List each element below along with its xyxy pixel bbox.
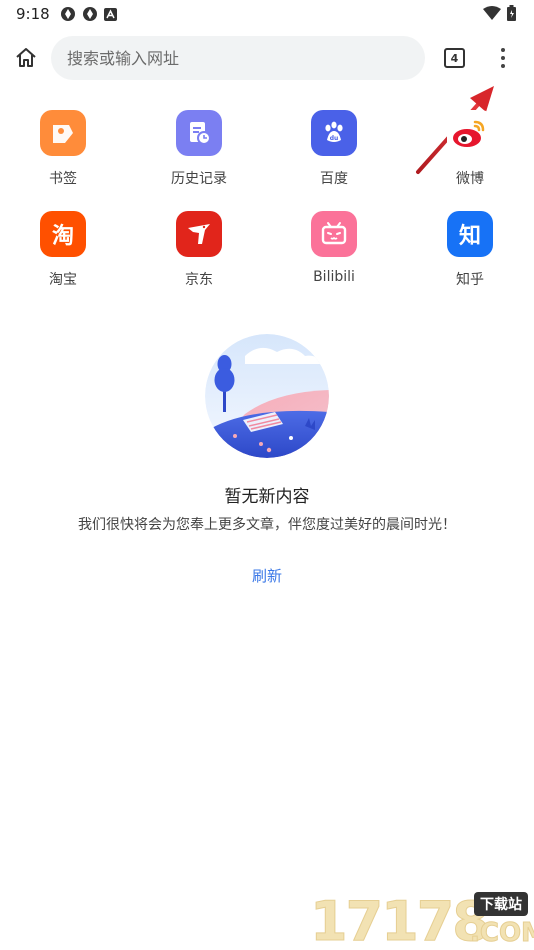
text-a-icon bbox=[104, 7, 117, 21]
empty-state-illustration bbox=[205, 334, 329, 458]
shortcut-bookmark[interactable]: 书签 bbox=[13, 110, 113, 188]
shortcut-label: 百度 bbox=[320, 171, 348, 187]
bilibili-tv-icon bbox=[311, 211, 357, 257]
shortcut-label: Bilibili bbox=[313, 269, 355, 285]
shortcut-weibo[interactable]: 微博 bbox=[420, 110, 520, 188]
search-box[interactable] bbox=[51, 36, 425, 80]
shortcut-label: 书签 bbox=[49, 171, 77, 187]
shortcut-label: 知乎 bbox=[456, 272, 484, 288]
shortcut-history[interactable]: 历史记录 bbox=[149, 110, 249, 188]
battery-charging-icon bbox=[507, 5, 516, 21]
empty-state-description: 我们很快将会为您奉上更多文章，伴您度过美好的晨间时光！ bbox=[78, 517, 456, 533]
status-bar: 9:18 bbox=[0, 0, 534, 28]
shortcut-label: 京东 bbox=[185, 272, 213, 288]
jd-dog-icon bbox=[176, 211, 222, 257]
watermark-suffix: .COM bbox=[470, 918, 534, 949]
home-icon bbox=[16, 48, 36, 67]
shortcut-label: 淘宝 bbox=[49, 272, 77, 288]
zhihu-icon: 知 bbox=[447, 211, 493, 257]
tab-switcher-button[interactable]: 4 bbox=[444, 48, 465, 68]
status-icons-left bbox=[60, 6, 117, 22]
empty-state-title: 暂无新内容 bbox=[224, 487, 310, 507]
shortcut-taobao[interactable]: 淘 淘宝 bbox=[13, 211, 113, 289]
settings-sync-icon bbox=[83, 7, 97, 21]
shortcut-bilibili[interactable]: Bilibili bbox=[284, 211, 384, 285]
more-menu-button[interactable] bbox=[492, 44, 514, 72]
search-input[interactable] bbox=[67, 36, 407, 80]
shortcut-baidu[interactable]: du 百度 bbox=[284, 110, 384, 188]
zhihu-glyph: 知 bbox=[458, 224, 481, 249]
status-icons-right bbox=[483, 5, 516, 21]
shortcut-jd[interactable]: 京东 bbox=[149, 211, 249, 289]
bookmark-icon bbox=[40, 110, 86, 156]
refresh-button[interactable]: 刷新 bbox=[0, 565, 534, 586]
shortcut-label: 微博 bbox=[456, 171, 484, 187]
home-button[interactable] bbox=[12, 44, 40, 72]
svg-text:du: du bbox=[330, 135, 339, 142]
history-icon bbox=[176, 110, 222, 156]
browser-toolbar: 4 bbox=[0, 34, 534, 82]
watermark-logo: 17178 下载站 .COM bbox=[310, 888, 534, 950]
shortcut-zhihu[interactable]: 知 知乎 bbox=[420, 211, 520, 289]
status-time: 9:18 bbox=[16, 5, 50, 23]
taobao-icon: 淘 bbox=[40, 211, 86, 257]
menu-dot bbox=[501, 56, 505, 60]
baidu-paw-icon: du bbox=[311, 110, 357, 156]
settings-sync-icon bbox=[61, 7, 75, 21]
menu-dot bbox=[501, 48, 505, 52]
weibo-icon bbox=[447, 110, 493, 156]
taobao-glyph: 淘 bbox=[51, 224, 74, 249]
menu-dot bbox=[501, 64, 505, 68]
wifi-icon bbox=[483, 6, 501, 20]
shortcut-label: 历史记录 bbox=[171, 171, 227, 187]
watermark-digits: 17178 bbox=[310, 890, 491, 950]
watermark-tag: 下载站 bbox=[474, 892, 528, 916]
